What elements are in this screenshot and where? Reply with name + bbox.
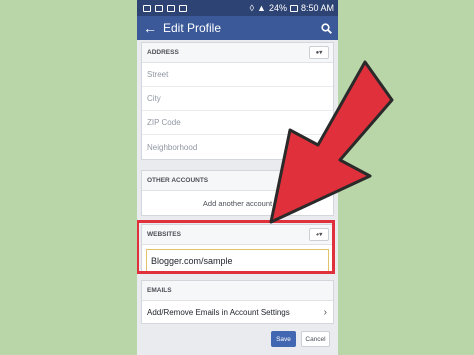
chevron-right-icon: ›	[323, 306, 327, 318]
zip-field[interactable]: ZIP Code	[142, 111, 333, 135]
page-title: Edit Profile	[163, 21, 222, 35]
status-bar: ◊ ▲ 24% 8:50 AM	[137, 0, 338, 16]
search-icon[interactable]	[314, 22, 338, 34]
address-card: ADDRESS ●▾ Street City ZIP Code Neighbor…	[141, 42, 334, 160]
street-field[interactable]: Street	[142, 63, 333, 87]
notification-icon	[143, 4, 151, 12]
app-bar: ← Edit Profile	[137, 16, 338, 40]
store-icon	[167, 4, 175, 12]
other-accounts-card: OTHER ACCOUNTS Add another account	[141, 170, 334, 216]
privacy-selector[interactable]: ●▾	[309, 46, 329, 59]
city-field[interactable]: City	[142, 87, 333, 111]
signal-icon: ▲	[257, 3, 266, 13]
address-header: ADDRESS ●▾	[142, 43, 333, 63]
back-arrow-icon[interactable]: ←	[137, 16, 163, 40]
cancel-button[interactable]: Cancel	[301, 331, 330, 347]
save-button[interactable]: Save	[271, 331, 296, 347]
emails-header: EMAILS	[142, 281, 333, 301]
wifi-icon: ◊	[249, 3, 255, 13]
email-settings-link[interactable]: Add/Remove Emails in Account Settings ›	[142, 301, 333, 323]
download-icon	[179, 4, 187, 12]
emails-card: EMAILS Add/Remove Emails in Account Sett…	[141, 280, 334, 324]
address-header-label: ADDRESS	[147, 49, 179, 56]
friends-icon: ●▾	[315, 50, 323, 56]
battery-icon	[289, 4, 298, 12]
highlight-box	[137, 220, 335, 274]
other-accounts-header: OTHER ACCOUNTS	[142, 171, 333, 191]
add-account-link[interactable]: Add another account	[142, 191, 333, 215]
image-icon	[155, 4, 163, 12]
email-settings-label: Add/Remove Emails in Account Settings	[147, 307, 290, 317]
phone-screen: ◊ ▲ 24% 8:50 AM ← Edit Profile ADDRESS ●…	[137, 0, 338, 355]
battery-percent: 24%	[268, 3, 287, 13]
neighborhood-field[interactable]: Neighborhood	[142, 135, 333, 159]
clock: 8:50 AM	[300, 3, 334, 13]
